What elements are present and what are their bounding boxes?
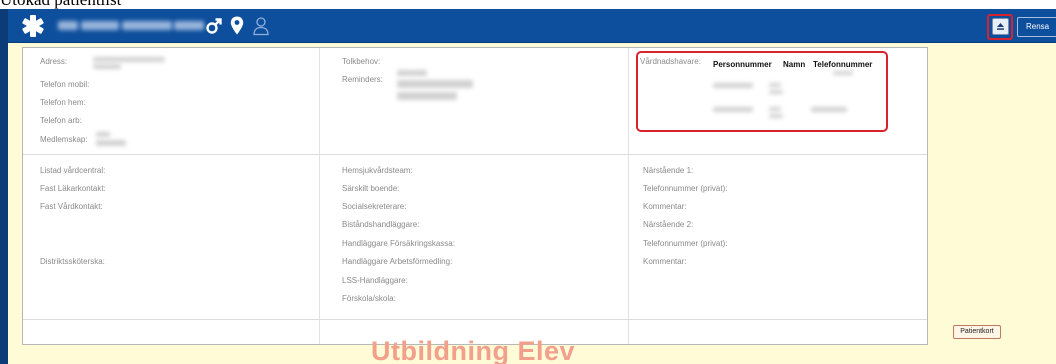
- watermark-text: Utbildning Elev: [371, 336, 576, 364]
- adress-label: Adress:: [40, 57, 68, 66]
- handlaggare-forsakringskassa-label: Handläggare Försäkringskassa:: [342, 239, 455, 248]
- star-of-life-icon: [22, 15, 44, 37]
- row-divider: [23, 154, 927, 155]
- reminders-label: Reminders:: [342, 75, 383, 84]
- highlight-box-collapse: [987, 14, 1013, 40]
- telefon-mobil-label: Telefon mobil:: [40, 80, 90, 89]
- reminders-value-redacted: [397, 92, 457, 100]
- patientkort-button[interactable]: Patientkort: [953, 325, 1001, 339]
- medlemskap-value-redacted: [96, 140, 126, 146]
- kommentar-1-label: Kommentar:: [643, 202, 687, 211]
- left-edge-strip: [0, 9, 8, 364]
- distriktsskoterska-label: Distriktssköterska:: [40, 257, 105, 266]
- tolkbehov-label: Tolkbehov:: [342, 57, 381, 66]
- person-icon[interactable]: [252, 16, 270, 36]
- medlemskap-label: Medlemskap:: [40, 135, 88, 144]
- reminders-value-redacted: [397, 80, 473, 88]
- fast-vardkontakt-label: Fast Vårdkontakt:: [40, 202, 103, 211]
- column-divider: [628, 48, 629, 344]
- forskola-skola-label: Förskola/skola:: [342, 294, 396, 303]
- lss-handlaggare-label: LSS-Handläggare:: [342, 276, 408, 285]
- telefonnummer-privat-1-label: Telefonnummer (privat):: [643, 184, 728, 193]
- handlaggare-arbetsformedling-label: Handläggare Arbetsförmedling:: [342, 257, 453, 266]
- telefonnummer-privat-2-label: Telefonnummer (privat):: [643, 239, 728, 248]
- rensa-button[interactable]: Rensa: [1017, 17, 1056, 37]
- socialsekreterare-label: Socialsekreterare:: [342, 202, 407, 211]
- kommentar-2-label: Kommentar:: [643, 257, 687, 266]
- hemsjukvardsteam-label: Hemsjukvårdsteam:: [342, 166, 413, 175]
- reminders-value-redacted: [397, 70, 427, 76]
- medlemskap-value-redacted: [96, 132, 110, 137]
- sarskilt-boende-label: Särskilt boende:: [342, 184, 400, 193]
- adress-value-redacted: [93, 57, 165, 62]
- listad-vardcentral-label: Listad vårdcentral:: [40, 166, 106, 175]
- location-pin-icon[interactable]: [230, 16, 244, 35]
- narstaende-1-label: Närstående 1:: [643, 166, 694, 175]
- row-divider: [23, 319, 927, 320]
- column-divider: [319, 48, 320, 344]
- fast-lakarkontakt-label: Fast Läkarkontakt:: [40, 184, 106, 193]
- telefon-hem-label: Telefon hem:: [40, 98, 86, 107]
- adress-value-redacted: [93, 64, 121, 69]
- telefon-arb-label: Telefon arb:: [40, 116, 82, 125]
- page-caption: Utökad patientlist: [0, 0, 121, 9]
- male-icon: [206, 18, 222, 34]
- narstaende-2-label: Närstående 2:: [643, 220, 694, 229]
- bistandshandlaggare-label: Biståndshandläggare:: [342, 220, 420, 229]
- highlight-box-guardian: [636, 51, 888, 132]
- patient-name-redacted: [58, 19, 205, 32]
- patient-header-bar: Rensa: [8, 9, 1056, 43]
